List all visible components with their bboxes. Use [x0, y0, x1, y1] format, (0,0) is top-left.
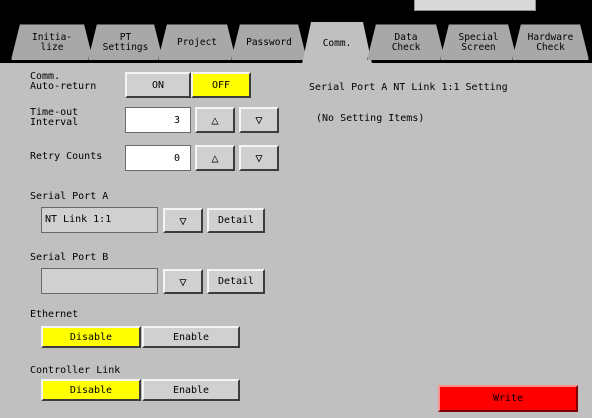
comm-auto-return-off-button[interactable]: OFF — [191, 72, 251, 98]
timeout-interval-field[interactable]: 3 — [125, 107, 191, 133]
serial-port-b-label: Serial Port B — [30, 252, 109, 263]
timeout-down-button[interactable]: ▽ — [239, 107, 279, 133]
no-setting-items-text: (No Setting Items) — [316, 113, 425, 124]
write-button[interactable]: Write — [438, 385, 578, 412]
retry-counts-field[interactable]: 0 — [125, 145, 191, 171]
serial-port-a-detail-button[interactable]: Detail — [207, 208, 265, 233]
tab-special-screen[interactable]: Special Screen — [440, 24, 517, 60]
serial-port-a-select[interactable]: NT Link 1:1 — [41, 207, 158, 233]
tab-hardware-check[interactable]: Hardware Check — [512, 24, 589, 60]
serial-port-b-select[interactable] — [41, 268, 158, 294]
top-indicator — [414, 0, 536, 11]
pt-system-menu-screen: Initia- lize PT Settings Project Passwor… — [0, 0, 592, 418]
tab-project[interactable]: Project — [158, 24, 236, 60]
comm-auto-return-label: Comm. Auto-return — [30, 71, 97, 92]
serial-port-b-detail-button[interactable]: Detail — [207, 269, 265, 294]
comm-auto-return-on-button[interactable]: ON — [125, 72, 191, 98]
controller-link-enable-button[interactable]: Enable — [142, 379, 240, 401]
timeout-interval-label: Time-out Interval — [30, 107, 79, 128]
tab-initialize[interactable]: Initia- lize — [11, 24, 93, 60]
tab-comm[interactable]: Comm. — [302, 22, 372, 64]
ethernet-enable-button[interactable]: Enable — [142, 326, 240, 348]
controller-link-disable-button[interactable]: Disable — [41, 379, 141, 401]
tab-password[interactable]: Password — [231, 24, 307, 60]
timeout-up-button[interactable]: △ — [195, 107, 235, 133]
serial-port-b-dropdown-button[interactable]: ▽ — [163, 269, 203, 294]
setting-title-text: Serial Port A NT Link 1:1 Setting — [309, 82, 508, 93]
tab-data-check[interactable]: Data Check — [367, 24, 445, 60]
controller-link-label: Controller Link — [30, 365, 121, 376]
retry-counts-label: Retry Counts — [30, 151, 103, 162]
ethernet-label: Ethernet — [30, 309, 79, 320]
serial-port-a-dropdown-button[interactable]: ▽ — [163, 208, 203, 233]
ethernet-disable-button[interactable]: Disable — [41, 326, 141, 348]
retry-down-button[interactable]: ▽ — [239, 145, 279, 171]
retry-up-button[interactable]: △ — [195, 145, 235, 171]
tab-strip: Initia- lize PT Settings Project Passwor… — [0, 19, 592, 63]
tab-pt-settings[interactable]: PT Settings — [88, 24, 163, 60]
serial-port-a-label: Serial Port A — [30, 191, 109, 202]
